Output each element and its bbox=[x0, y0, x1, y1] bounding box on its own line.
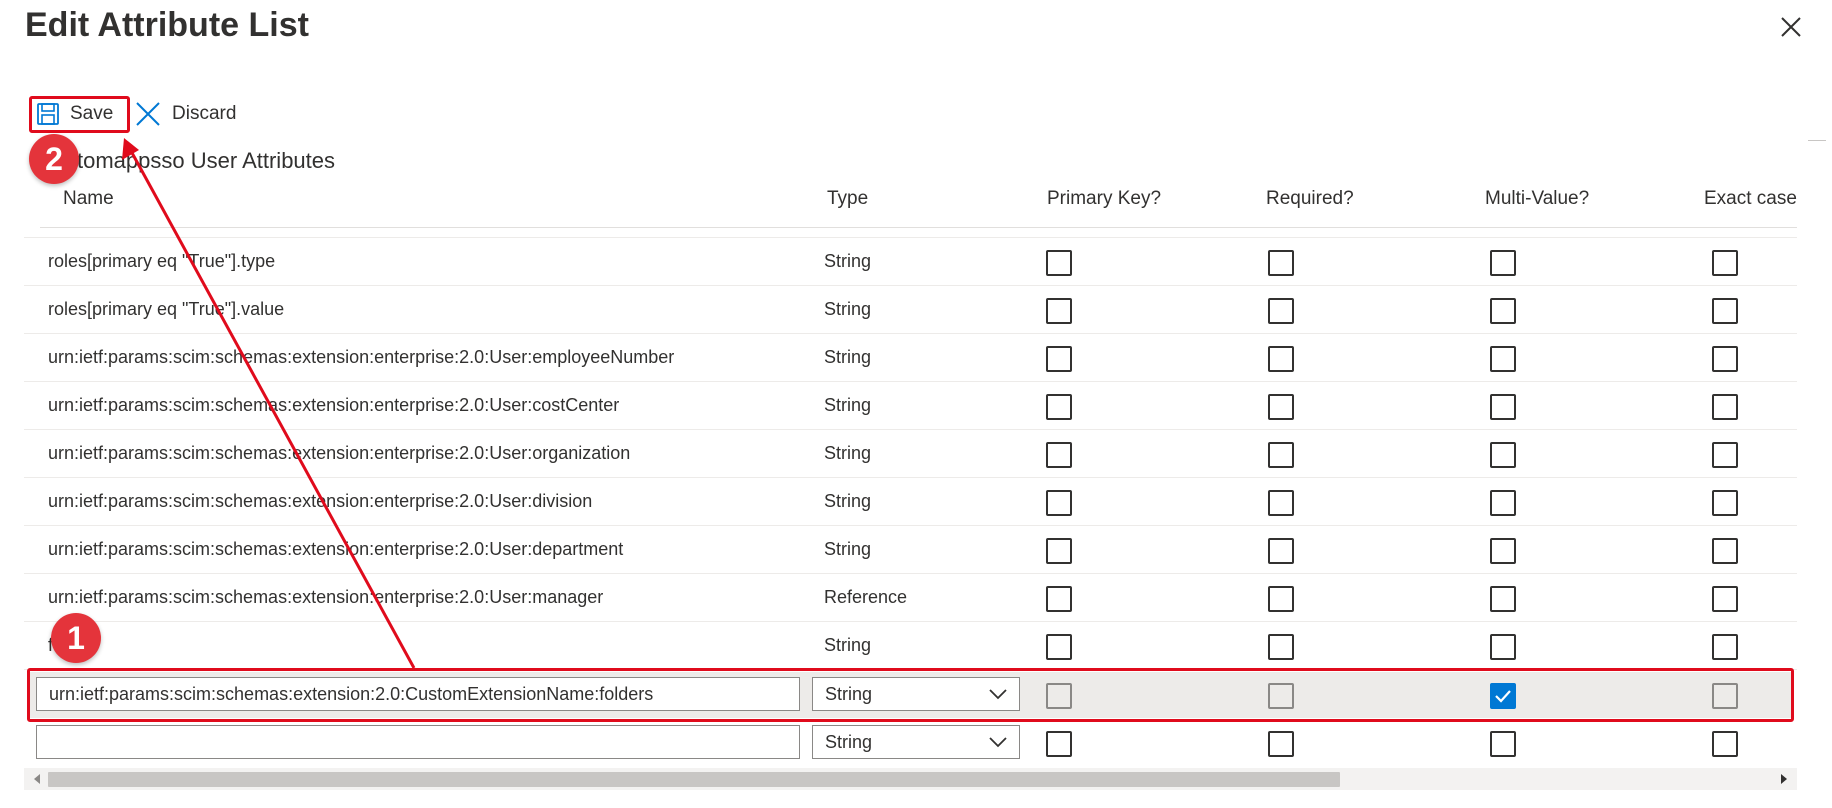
annotation-badge-1: 1 bbox=[51, 613, 101, 663]
required-checkbox[interactable] bbox=[1268, 538, 1294, 564]
exact-case-checkbox[interactable] bbox=[1712, 538, 1738, 564]
exact-case-checkbox[interactable] bbox=[1712, 250, 1738, 276]
discard-button[interactable]: Discard bbox=[134, 96, 236, 132]
row-name: roles[primary eq "True"].value bbox=[48, 299, 285, 319]
primary-key-checkbox[interactable] bbox=[1046, 538, 1072, 564]
row-type: String bbox=[824, 443, 872, 463]
column-header-type[interactable]: Type bbox=[827, 188, 868, 210]
exact-case-checkbox[interactable] bbox=[1712, 298, 1738, 324]
exact-case-checkbox[interactable] bbox=[1712, 346, 1738, 372]
multi-value-checkbox[interactable] bbox=[1490, 586, 1516, 612]
discard-label: Discard bbox=[172, 103, 237, 124]
scroll-left-icon[interactable] bbox=[32, 773, 42, 785]
new-row-name-input[interactable] bbox=[36, 725, 800, 759]
required-checkbox[interactable] bbox=[1268, 586, 1294, 612]
row-name: urn:ietf:params:scim:schemas:extension:e… bbox=[48, 347, 675, 367]
required-checkbox[interactable] bbox=[1268, 346, 1294, 372]
primary-key-checkbox[interactable] bbox=[1046, 442, 1072, 468]
multi-value-checkbox[interactable] bbox=[1490, 250, 1516, 276]
new-row-required-checkbox[interactable] bbox=[1268, 731, 1294, 757]
primary-key-checkbox[interactable] bbox=[1046, 490, 1072, 516]
multi-value-checkbox[interactable] bbox=[1490, 490, 1516, 516]
row-type: Reference bbox=[824, 587, 908, 607]
scroll-right-icon[interactable] bbox=[1779, 773, 1789, 785]
row-type: String bbox=[824, 491, 872, 511]
horizontal-scrollbar[interactable] bbox=[24, 768, 1797, 790]
table-row[interactable]: urn:ietf:params:scim:schemas:extension:e… bbox=[24, 526, 1797, 574]
exact-case-checkbox[interactable] bbox=[1712, 586, 1738, 612]
row-type: String bbox=[824, 347, 872, 367]
row-name: roles[primary eq "True"].type bbox=[48, 251, 276, 271]
vertical-scrollbar[interactable] bbox=[1808, 140, 1826, 141]
primary-key-checkbox[interactable] bbox=[1046, 346, 1072, 372]
table-row[interactable]: urn:ietf:params:scim:schemas:extension:e… bbox=[24, 574, 1797, 622]
close-button[interactable] bbox=[1778, 14, 1804, 40]
primary-key-checkbox[interactable] bbox=[1046, 586, 1072, 612]
required-checkbox[interactable] bbox=[1268, 298, 1294, 324]
multi-value-checkbox[interactable] bbox=[1490, 394, 1516, 420]
exact-case-checkbox[interactable] bbox=[1712, 490, 1738, 516]
table-row[interactable]: urn:ietf:params:scim:schemas:extension:e… bbox=[24, 430, 1797, 478]
section-title: stomappsso User Attributes bbox=[66, 148, 336, 173]
required-checkbox[interactable] bbox=[1268, 442, 1294, 468]
required-checkbox[interactable] bbox=[1268, 394, 1294, 420]
column-header-name[interactable]: Name bbox=[63, 188, 114, 210]
row-type: String bbox=[824, 395, 872, 415]
multi-value-checkbox[interactable] bbox=[1490, 346, 1516, 372]
primary-key-checkbox[interactable] bbox=[1046, 634, 1072, 660]
table-row[interactable]: roles[primary eq "True"].type String bbox=[24, 238, 1797, 286]
new-row-multi-value-checkbox[interactable] bbox=[1490, 731, 1516, 757]
annotation-badge-2: 2 bbox=[29, 134, 79, 184]
column-header-primary-key[interactable]: Primary Key? bbox=[1047, 188, 1161, 210]
table-row[interactable]: f String bbox=[24, 622, 1797, 670]
discard-icon bbox=[136, 102, 160, 126]
column-header-required[interactable]: Required? bbox=[1266, 188, 1354, 210]
new-row-type-select[interactable]: String bbox=[812, 725, 1020, 759]
new-row-exact-case-checkbox[interactable] bbox=[1712, 731, 1738, 757]
primary-key-checkbox[interactable] bbox=[1046, 250, 1072, 276]
row-type: String bbox=[824, 635, 872, 655]
edit-row-highlight-box bbox=[27, 668, 1794, 722]
table-row[interactable]: urn:ietf:params:scim:schemas:extension:e… bbox=[24, 478, 1797, 526]
exact-case-checkbox[interactable] bbox=[1712, 394, 1738, 420]
required-checkbox[interactable] bbox=[1268, 634, 1294, 660]
row-type: String bbox=[824, 299, 872, 319]
chevron-down-icon bbox=[989, 737, 1007, 748]
row-type: String bbox=[824, 251, 872, 271]
new-row-type-value: String bbox=[825, 731, 873, 752]
required-checkbox[interactable] bbox=[1268, 490, 1294, 516]
scrollbar-thumb[interactable] bbox=[48, 772, 1340, 787]
table-row[interactable]: urn:ietf:params:scim:schemas:extension:e… bbox=[24, 334, 1797, 382]
multi-value-checkbox[interactable] bbox=[1490, 298, 1516, 324]
dialog-title: Edit Attribute List bbox=[25, 6, 309, 44]
multi-value-checkbox[interactable] bbox=[1490, 634, 1516, 660]
primary-key-checkbox[interactable] bbox=[1046, 298, 1072, 324]
row-name: urn:ietf:params:scim:schemas:extension:e… bbox=[48, 587, 604, 607]
close-icon bbox=[1781, 17, 1801, 37]
row-name: urn:ietf:params:scim:schemas:extension:e… bbox=[48, 539, 624, 559]
row-type: String bbox=[824, 539, 872, 559]
row-name: urn:ietf:params:scim:schemas:extension:e… bbox=[48, 443, 631, 463]
header-divider bbox=[40, 227, 1797, 228]
multi-value-checkbox[interactable] bbox=[1490, 538, 1516, 564]
required-checkbox[interactable] bbox=[1268, 250, 1294, 276]
column-header-multi-value[interactable]: Multi-Value? bbox=[1485, 188, 1589, 210]
table-row[interactable]: urn:ietf:params:scim:schemas:extension:e… bbox=[24, 382, 1797, 430]
multi-value-checkbox[interactable] bbox=[1490, 442, 1516, 468]
exact-case-checkbox[interactable] bbox=[1712, 634, 1738, 660]
row-name: urn:ietf:params:scim:schemas:extension:e… bbox=[48, 395, 620, 415]
table-row[interactable]: roles[primary eq "True"].value String bbox=[24, 286, 1797, 334]
row-name: urn:ietf:params:scim:schemas:extension:e… bbox=[48, 491, 593, 511]
save-highlight-box bbox=[29, 96, 130, 133]
new-row-primary-key-checkbox[interactable] bbox=[1046, 731, 1072, 757]
primary-key-checkbox[interactable] bbox=[1046, 394, 1072, 420]
exact-case-checkbox[interactable] bbox=[1712, 442, 1738, 468]
column-header-exact-case[interactable]: Exact case bbox=[1704, 188, 1797, 210]
